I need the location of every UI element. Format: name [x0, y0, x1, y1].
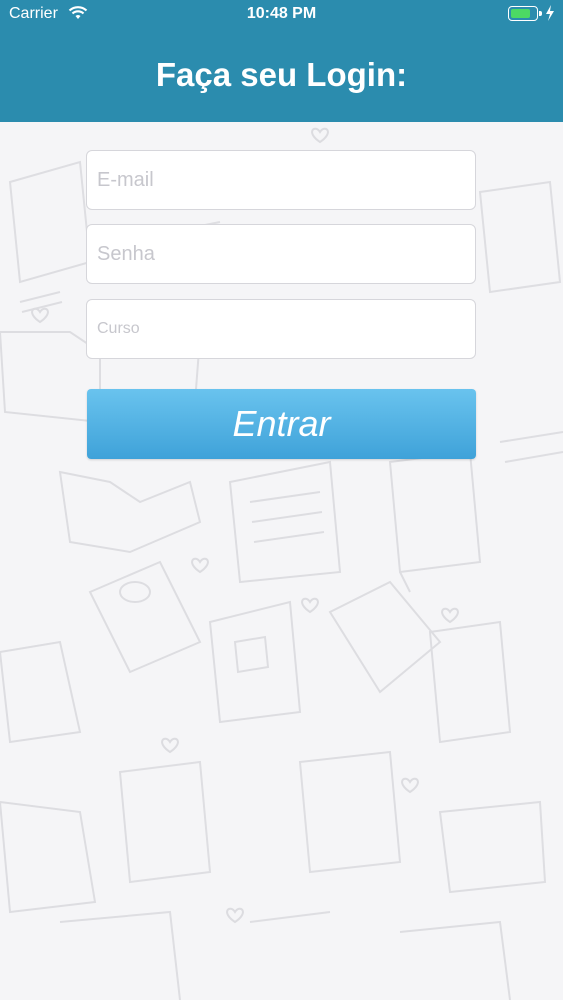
- login-button[interactable]: Entrar: [87, 389, 476, 459]
- status-bar: Carrier 10:48 PM: [0, 0, 563, 28]
- page-title: Faça seu Login:: [155, 56, 408, 93]
- email-input[interactable]: [87, 151, 475, 209]
- status-time: 10:48 PM: [246, 5, 317, 22]
- header: Faça seu Login:: [0, 28, 563, 122]
- battery-icon: [508, 6, 542, 21]
- password-input[interactable]: [87, 225, 475, 283]
- email-field[interactable]: [86, 150, 476, 210]
- charging-bolt-icon: [545, 5, 555, 26]
- password-field[interactable]: [86, 224, 476, 284]
- course-input[interactable]: [87, 300, 475, 358]
- course-field[interactable]: [86, 299, 476, 359]
